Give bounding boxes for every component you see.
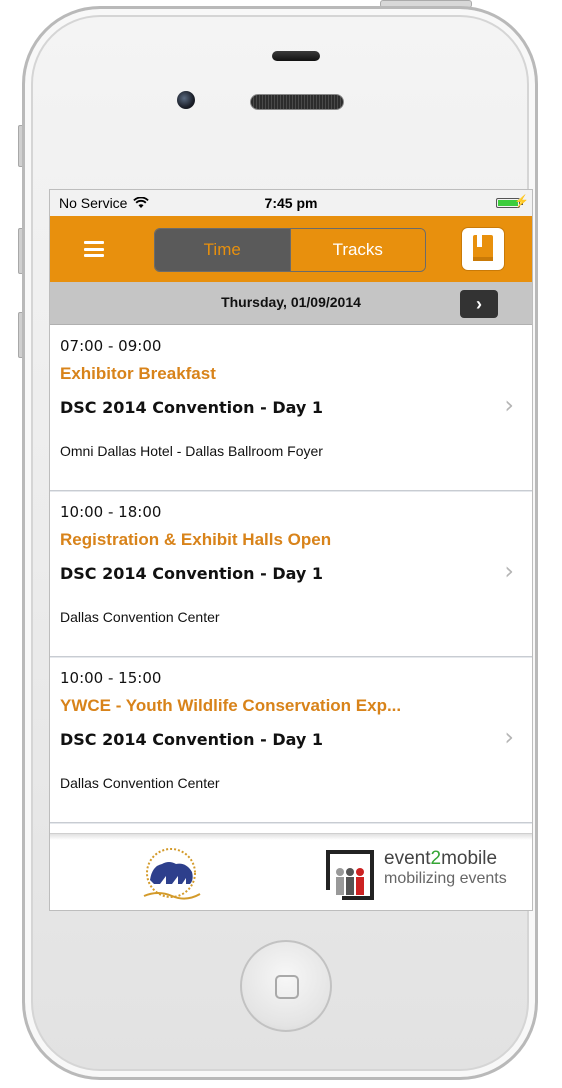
brand-tagline: mobilizing events — [384, 870, 507, 887]
home-square-icon — [275, 975, 299, 999]
session-item[interactable]: 10:00 - 15:00 YWCE - Youth Wildlife Cons… — [50, 657, 532, 824]
brand-name-part: event — [384, 848, 431, 869]
home-button[interactable] — [240, 940, 332, 1032]
session-time: 10:00 - 18:00 — [60, 503, 162, 521]
charging-bolt-icon: ⚡ — [514, 194, 529, 208]
session-item[interactable]: 07:00 - 09:00 Exhibitor Breakfast DSC 20… — [50, 325, 532, 492]
session-location: Dallas Convention Center — [60, 775, 220, 791]
bookmark-icon-base — [473, 257, 493, 261]
session-title: YWCE - Youth Wildlife Conservation Exp..… — [60, 696, 402, 715]
chevron-right-icon: › — [476, 294, 482, 314]
sponsor-logo[interactable] — [136, 846, 206, 904]
chevron-right-icon: › — [504, 723, 514, 751]
session-title: Registration & Exhibit Halls Open — [60, 530, 332, 549]
chevron-right-icon: › — [504, 557, 514, 585]
session-title: Exhibitor Breakfast — [60, 364, 216, 383]
event2mobile-figures-icon — [322, 850, 374, 900]
session-location: Omni Dallas Hotel - Dallas Ballroom Foye… — [60, 443, 323, 459]
status-bar: No Service 7:45 pm ⚡ — [50, 190, 532, 216]
session-day: DSC 2014 Convention - Day 1 — [60, 564, 324, 583]
session-time: 07:00 - 09:00 — [60, 337, 162, 355]
app-screen: No Service 7:45 pm ⚡ Time Tracks Thursda… — [49, 189, 533, 911]
chevron-right-icon: › — [504, 391, 514, 419]
front-camera — [177, 91, 195, 109]
session-item[interactable]: 10:00 - 18:00 Registration & Exhibit Hal… — [50, 491, 532, 658]
tab-tracks[interactable]: Tracks — [289, 229, 425, 271]
session-location: Dallas Convention Center — [60, 609, 220, 625]
brand-name-number: 2 — [430, 848, 442, 869]
view-segmented-control: Time Tracks — [154, 228, 426, 272]
session-day: DSC 2014 Convention - Day 1 — [60, 730, 324, 749]
sponsor-footer: event2mobile mobilizing events — [50, 833, 532, 910]
status-time: 7:45 pm — [264, 195, 318, 211]
brand-name: event2mobile — [384, 848, 497, 870]
bookmark-button[interactable] — [462, 228, 504, 270]
brand-name-part: mobile — [441, 848, 498, 869]
session-time: 10:00 - 15:00 — [60, 669, 162, 687]
event2mobile-logo[interactable]: event2mobile mobilizing events — [322, 846, 532, 902]
session-day: DSC 2014 Convention - Day 1 — [60, 398, 324, 417]
nav-bar: Time Tracks — [50, 216, 532, 282]
date-bar: Thursday, 01/09/2014 › — [50, 282, 532, 325]
hamburger-icon[interactable] — [84, 241, 104, 257]
proximity-sensor — [272, 51, 320, 61]
tab-time[interactable]: Time — [155, 229, 290, 271]
earpiece-speaker — [250, 94, 344, 110]
next-day-button[interactable]: › — [460, 290, 498, 318]
